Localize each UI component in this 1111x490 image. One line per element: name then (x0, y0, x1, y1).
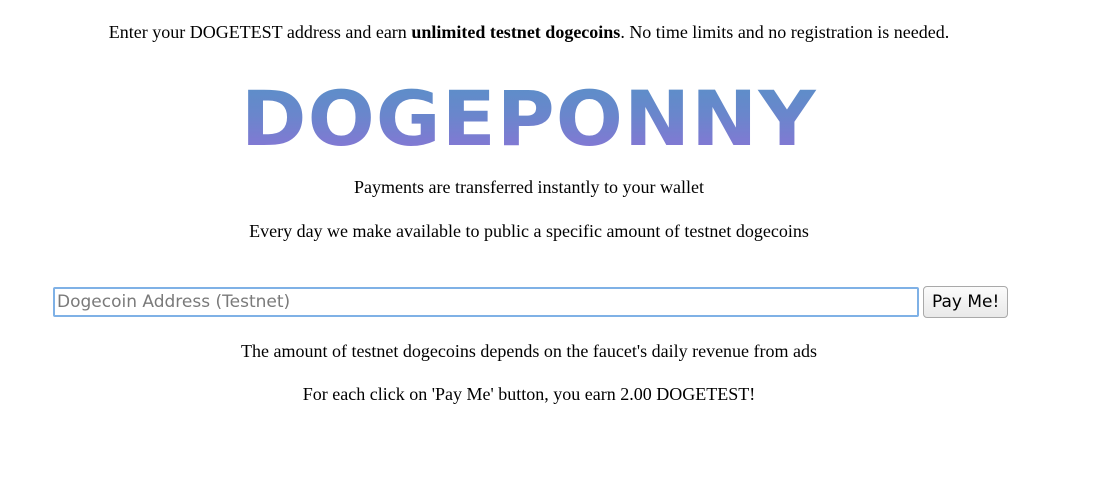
amount-info: The amount of testnet dogecoins depends … (240, 341, 818, 361)
address-input[interactable] (53, 287, 919, 317)
daily-info: Every day we make available to public a … (249, 221, 809, 241)
payments-info: Payments are transferred instantly to yo… (354, 177, 704, 197)
claim-form: Pay Me! (53, 286, 1009, 318)
pay-me-button[interactable]: Pay Me! (923, 286, 1009, 318)
intro-prefix: Enter your DOGETEST address and earn (108, 22, 412, 42)
earn-info: For each click on 'Pay Me' button, you e… (302, 384, 756, 404)
intro-bold: unlimited testnet dogecoins (411, 22, 621, 42)
intro-suffix: . No time limits and no registration is … (620, 22, 950, 42)
logo-container: DOGEPONNY (0, 80, 1058, 158)
site-logo: DOGEPONNY (241, 74, 817, 163)
intro-text: Enter your DOGETEST address and earn unl… (0, 21, 1058, 43)
